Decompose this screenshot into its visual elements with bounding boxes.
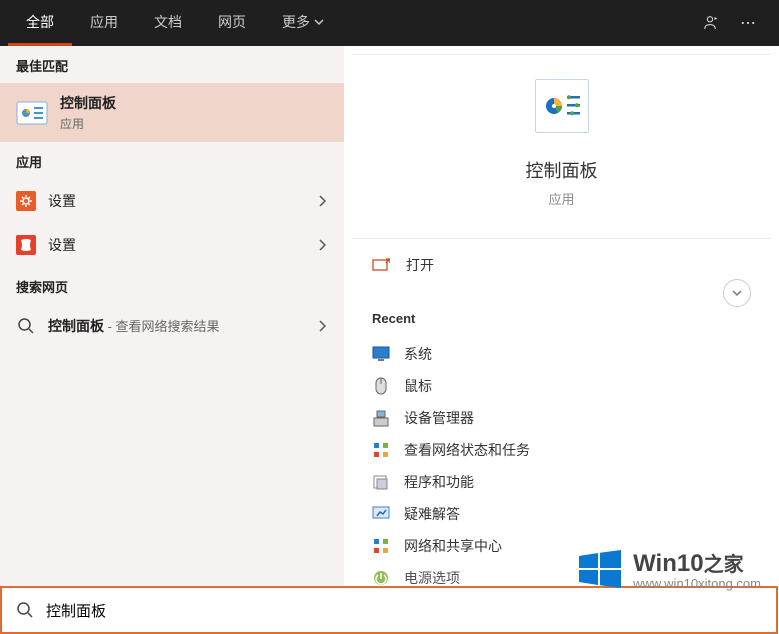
app-item-label: 设置 bbox=[48, 191, 328, 211]
preview-subtitle: 应用 bbox=[548, 189, 574, 208]
recent-item-label: 程序和功能 bbox=[404, 472, 474, 492]
best-match-text: 控制面板 应用 bbox=[60, 93, 328, 132]
app-icon bbox=[16, 235, 36, 255]
web-header: 搜索网页 bbox=[0, 267, 344, 304]
troubleshoot-icon bbox=[372, 505, 390, 523]
chevron-down-icon bbox=[314, 17, 324, 27]
tab-more[interactable]: 更多 bbox=[264, 0, 342, 46]
control-panel-large-icon bbox=[535, 79, 589, 133]
gear-icon bbox=[16, 191, 36, 211]
web-result-title: 控制面板 bbox=[48, 318, 104, 334]
recent-item-system[interactable]: 系统 bbox=[372, 338, 751, 370]
web-search-item[interactable]: 控制面板 - 查看网络搜索结果 bbox=[0, 304, 344, 348]
best-match-header: 最佳匹配 bbox=[0, 46, 344, 83]
recent-item-device-manager[interactable]: 设备管理器 bbox=[372, 402, 751, 434]
best-match-item[interactable]: 控制面板 应用 bbox=[0, 83, 344, 142]
search-icon bbox=[16, 601, 34, 619]
watermark-url: www.win10xitong.com bbox=[633, 576, 761, 591]
feedback-icon[interactable] bbox=[701, 14, 719, 32]
search-icon bbox=[16, 316, 36, 336]
power-icon bbox=[372, 569, 390, 587]
recent-item-programs[interactable]: 程序和功能 bbox=[372, 466, 751, 498]
search-input[interactable] bbox=[46, 602, 762, 619]
recent-item-network-status[interactable]: 查看网络状态和任务 bbox=[372, 434, 751, 466]
best-match-subtitle: 应用 bbox=[60, 115, 328, 132]
more-options-icon[interactable] bbox=[739, 14, 757, 32]
recent-header: Recent bbox=[372, 311, 751, 326]
recent-item-label: 疑难解答 bbox=[404, 504, 460, 524]
windows-logo-icon bbox=[577, 546, 623, 592]
recent-item-label: 查看网络状态和任务 bbox=[404, 440, 530, 460]
apps-header: 应用 bbox=[0, 142, 344, 179]
open-icon bbox=[372, 256, 390, 274]
watermark-text: Win10之家 www.win10xitong.com bbox=[633, 548, 761, 591]
expand-button[interactable] bbox=[723, 279, 751, 307]
recent-item-label: 设备管理器 bbox=[404, 408, 474, 428]
tab-all[interactable]: 全部 bbox=[8, 0, 72, 46]
watermark-zhijia: 之家 bbox=[704, 554, 744, 576]
control-panel-icon bbox=[16, 97, 48, 129]
preview-title: 控制面板 bbox=[526, 157, 598, 183]
recent-item-mouse[interactable]: 鼠标 bbox=[372, 370, 751, 402]
device-manager-icon bbox=[372, 409, 390, 427]
programs-icon bbox=[372, 473, 390, 491]
preview-panel: 控制面板 应用 打开 Recent 系统 鼠标 bbox=[352, 54, 771, 586]
chevron-right-icon bbox=[318, 195, 326, 207]
recent-item-label: 鼠标 bbox=[404, 376, 432, 396]
recent-item-label: 网络和共享中心 bbox=[404, 536, 502, 556]
app-item-settings-1[interactable]: 设置 bbox=[0, 179, 344, 223]
tab-docs[interactable]: 文档 bbox=[136, 0, 200, 46]
monitor-icon bbox=[372, 345, 390, 363]
chevron-down-icon bbox=[731, 287, 743, 299]
watermark-main: Win10 bbox=[633, 550, 703, 577]
top-tabs-bar: 全部 应用 文档 网页 更多 bbox=[0, 0, 779, 46]
network-status-icon bbox=[372, 441, 390, 459]
app-item-settings-2[interactable]: 设置 bbox=[0, 223, 344, 267]
open-action[interactable]: 打开 bbox=[352, 238, 771, 291]
tab-apps[interactable]: 应用 bbox=[72, 0, 136, 46]
preview-header: 控制面板 应用 bbox=[352, 55, 771, 238]
chevron-right-icon bbox=[318, 320, 326, 332]
recent-item-label: 系统 bbox=[404, 344, 432, 364]
search-bar[interactable] bbox=[0, 586, 778, 634]
mouse-icon bbox=[372, 377, 390, 395]
recent-item-label: 电源选项 bbox=[404, 568, 460, 588]
open-label: 打开 bbox=[406, 255, 434, 275]
recent-item-troubleshoot[interactable]: 疑难解答 bbox=[372, 498, 751, 530]
tab-web[interactable]: 网页 bbox=[200, 0, 264, 46]
best-match-title: 控制面板 bbox=[60, 93, 328, 113]
tabs-right-group bbox=[701, 0, 771, 46]
watermark: Win10之家 www.win10xitong.com bbox=[577, 546, 761, 592]
app-item-label: 设置 bbox=[48, 235, 328, 255]
web-result-suffix: - 查看网络搜索结果 bbox=[104, 319, 220, 334]
results-panel: 最佳匹配 控制面板 应用 应用 设置 bbox=[0, 46, 344, 586]
network-sharing-icon bbox=[372, 537, 390, 555]
tabs-left-group: 全部 应用 文档 网页 更多 bbox=[8, 0, 701, 46]
tab-more-label: 更多 bbox=[282, 12, 310, 32]
chevron-right-icon bbox=[318, 239, 326, 251]
